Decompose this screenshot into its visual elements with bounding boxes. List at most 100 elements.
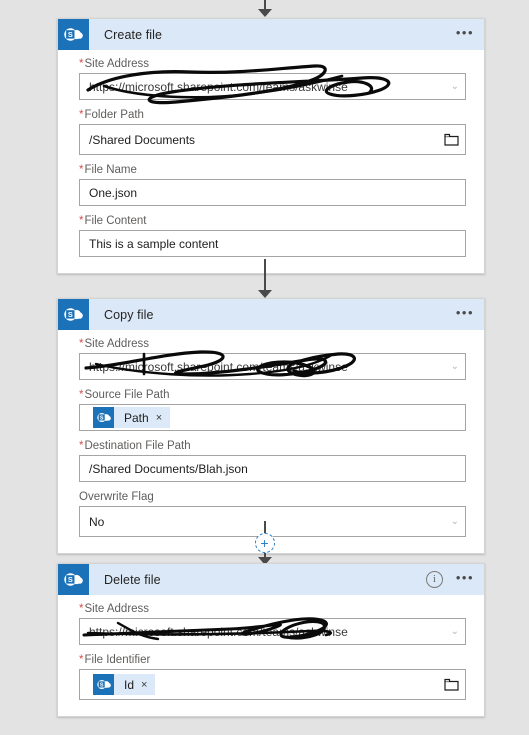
close-icon[interactable]: × xyxy=(141,679,155,691)
field-site-address: *Site Address https://microsoft.sharepoi… xyxy=(79,603,466,645)
ellipsis-icon[interactable]: ••• xyxy=(454,26,476,41)
field-label: *File Identifier xyxy=(79,654,466,666)
field-label: *Destination File Path xyxy=(79,440,466,452)
card-title: Delete file xyxy=(104,572,161,587)
required-marker: * xyxy=(79,215,84,227)
field-destination-file-path: *Destination File Path /Shared Documents… xyxy=(79,440,466,482)
label-text: File Name xyxy=(84,164,137,176)
field-label: *Folder Path xyxy=(79,109,466,121)
sharepoint-icon: S xyxy=(93,674,114,695)
svg-text:S: S xyxy=(68,310,73,319)
chevron-down-icon[interactable]: ⌄ xyxy=(451,361,459,372)
card-title: Create file xyxy=(104,27,163,42)
svg-text:S: S xyxy=(99,682,103,688)
chevron-down-icon[interactable]: ⌄ xyxy=(451,516,459,527)
folder-icon[interactable] xyxy=(444,678,459,691)
field-folder-path: *Folder Path /Shared Documents xyxy=(79,109,466,155)
folder-icon[interactable] xyxy=(444,133,459,146)
site-address-input[interactable]: https://microsoft.sharepoint.com/teams/a… xyxy=(79,63,466,104)
chevron-down-icon[interactable]: ⌄ xyxy=(451,81,459,92)
field-label: *File Content xyxy=(79,215,466,227)
plus-icon: + xyxy=(260,535,269,551)
card-body: *Site Address https://microsoft.sharepoi… xyxy=(58,50,484,273)
ellipsis-icon[interactable]: ••• xyxy=(454,306,476,321)
card-header[interactable]: S Create file ••• xyxy=(58,19,484,50)
input-value: https://microsoft.sharepoint.com/teams/a… xyxy=(89,79,348,94)
dynamic-content-token[interactable]: S Id × xyxy=(93,674,156,695)
field-site-address: *Site Address https://microsoft.sharepoi… xyxy=(79,58,466,104)
card-header[interactable]: S Delete file i ••• xyxy=(58,564,484,595)
input-value: /Shared Documents/Blah.json xyxy=(89,461,248,476)
file-name-input[interactable]: One.json xyxy=(79,179,466,206)
ellipsis-icon[interactable]: ••• xyxy=(454,571,476,586)
file-content-input[interactable]: This is a sample content xyxy=(79,230,466,257)
dynamic-content-token[interactable]: S Path × xyxy=(93,407,171,428)
sharepoint-icon: S xyxy=(58,19,89,50)
svg-text:S: S xyxy=(99,415,103,421)
add-step-button[interactable]: + xyxy=(254,533,275,553)
label-text: Destination File Path xyxy=(84,440,191,452)
flow-designer-canvas: S Create file ••• *Site Address https://… xyxy=(0,0,529,735)
card-body: *Site Address https://microsoft.sharepoi… xyxy=(58,595,484,716)
arrow-down-icon xyxy=(257,0,272,17)
field-file-content: *File Content This is a sample content xyxy=(79,215,466,257)
required-marker: * xyxy=(79,109,84,121)
field-label: *File Name xyxy=(79,164,466,176)
card-title: Copy file xyxy=(104,307,154,322)
required-marker: * xyxy=(79,389,84,401)
close-icon[interactable]: × xyxy=(156,412,170,424)
action-card-create-file[interactable]: S Create file ••• *Site Address https://… xyxy=(57,18,485,274)
sharepoint-icon: S xyxy=(58,564,89,595)
source-file-path-input[interactable]: S Path × xyxy=(79,404,466,431)
required-marker: * xyxy=(79,58,84,70)
required-marker: * xyxy=(79,164,84,176)
input-value: This is a sample content xyxy=(89,236,219,251)
card-header-actions: ••• xyxy=(454,299,476,330)
input-value: /Shared Documents xyxy=(89,132,196,147)
label-text: File Identifier xyxy=(84,654,151,666)
info-icon[interactable]: i xyxy=(425,571,443,588)
required-marker: * xyxy=(79,603,84,615)
field-label: *Site Address xyxy=(79,58,466,70)
label-text: Site Address xyxy=(84,58,150,70)
required-marker: * xyxy=(79,338,84,350)
card-header-actions: ••• xyxy=(454,19,476,50)
label-text: Overwrite Flag xyxy=(79,491,154,503)
field-label: Overwrite Flag xyxy=(79,491,466,503)
field-source-file-path: *Source File Path S Path × xyxy=(79,389,466,431)
svg-text:S: S xyxy=(68,575,73,584)
required-marker: * xyxy=(79,440,84,452)
field-file-identifier: *File Identifier S Id × xyxy=(79,654,466,700)
label-text: Source File Path xyxy=(84,389,170,401)
sharepoint-icon: S xyxy=(93,407,114,428)
input-value: One.json xyxy=(89,185,138,200)
card-body: *Site Address https://microsoft.sharepoi… xyxy=(58,330,484,553)
label-text: File Content xyxy=(84,215,147,227)
field-site-address: *Site Address https://microsoft.sharepoi… xyxy=(79,338,466,380)
input-value: https://microsoft.sharepoint.com/teams/a… xyxy=(89,359,348,374)
action-card-delete-file[interactable]: S Delete file i ••• *Site Address https:… xyxy=(57,563,485,717)
field-label: *Site Address xyxy=(79,338,466,350)
overwrite-flag-select[interactable]: No ⌄ xyxy=(79,506,466,537)
card-header-actions: i ••• xyxy=(425,564,476,595)
site-address-input[interactable]: https://microsoft.sharepoint.com/teams/a… xyxy=(79,616,466,645)
file-identifier-input[interactable]: S Id × xyxy=(79,669,466,700)
label-text: Folder Path xyxy=(84,109,144,121)
svg-text:S: S xyxy=(68,30,73,39)
destination-file-path-input[interactable]: /Shared Documents/Blah.json xyxy=(79,455,466,482)
token-label: Path xyxy=(124,410,149,425)
folder-path-input[interactable]: /Shared Documents xyxy=(79,124,466,155)
label-text: Site Address xyxy=(84,338,150,350)
action-card-copy-file[interactable]: S Copy file ••• *Site Address https://mi… xyxy=(57,298,485,554)
card-header[interactable]: S Copy file ••• xyxy=(58,299,484,330)
field-overwrite-flag: Overwrite Flag No ⌄ xyxy=(79,491,466,537)
field-label: *Source File Path xyxy=(79,389,466,401)
connector-top xyxy=(0,0,529,18)
input-value: https://microsoft.sharepoint.com/teams/a… xyxy=(89,624,348,639)
label-text: Site Address xyxy=(84,603,150,615)
chevron-down-icon[interactable]: ⌄ xyxy=(451,626,459,637)
required-marker: * xyxy=(79,654,84,666)
input-value: No xyxy=(89,514,105,529)
site-address-input[interactable]: https://microsoft.sharepoint.com/teams/a… xyxy=(79,349,466,380)
token-label: Id xyxy=(124,677,135,692)
